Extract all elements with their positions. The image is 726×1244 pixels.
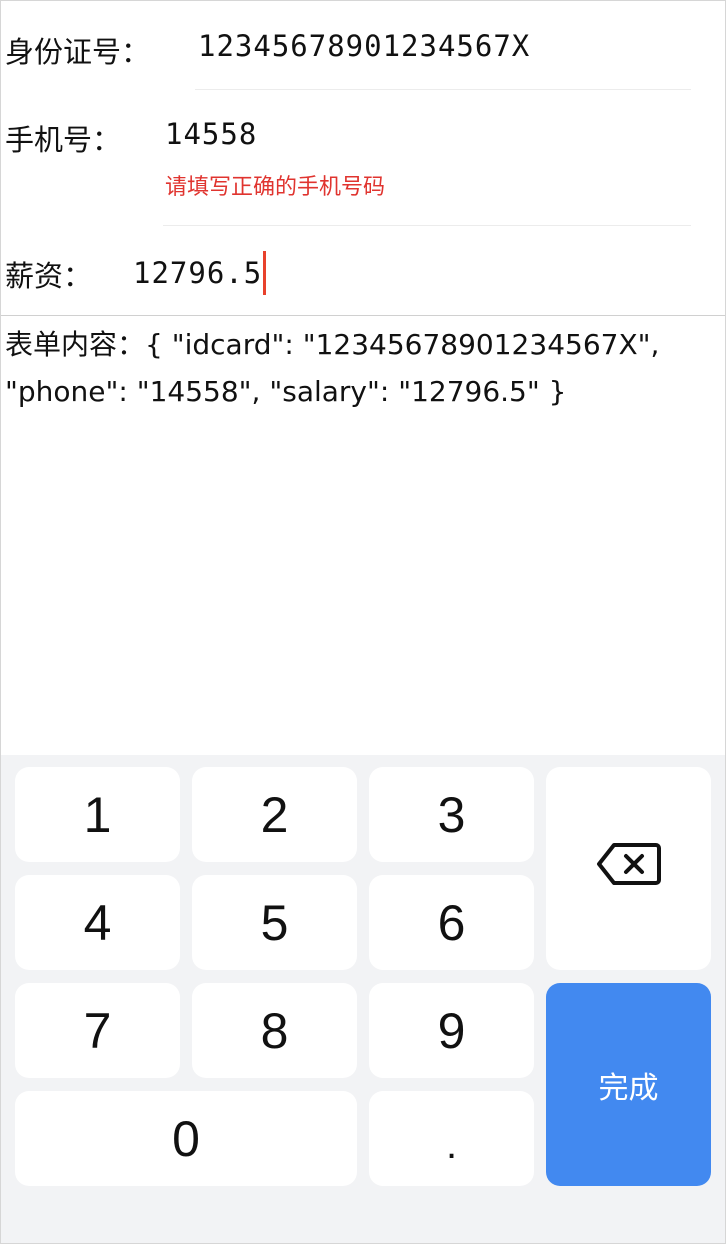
form-output: 表单内容：{ "idcard": "12345678901234567X", "…	[5, 321, 705, 415]
phone-error-message: 请填写正确的手机号码	[165, 175, 386, 200]
key-8[interactable]: 8	[192, 983, 357, 1078]
form-divider	[1, 315, 725, 316]
idcard-field[interactable]: 12345678901234567X	[198, 29, 530, 63]
number-keyboard: 1 2 3 4 5 6 7 8 9 0 . 完成	[1, 755, 725, 1243]
salary-field[interactable]: 12796.5	[133, 251, 267, 297]
done-button[interactable]: 完成	[546, 983, 711, 1186]
key-4[interactable]: 4	[15, 875, 180, 970]
idcard-divider	[195, 89, 691, 90]
key-0[interactable]: 0	[15, 1091, 357, 1186]
salary-label: 薪资：	[5, 259, 93, 293]
idcard-label: 身份证号：	[5, 35, 151, 69]
backspace-icon	[596, 840, 662, 898]
salary-value: 12796.5	[133, 256, 263, 290]
key-3[interactable]: 3	[369, 767, 534, 862]
key-6[interactable]: 6	[369, 875, 534, 970]
key-1[interactable]: 1	[15, 767, 180, 862]
key-5[interactable]: 5	[192, 875, 357, 970]
phone-divider	[163, 225, 691, 226]
key-2[interactable]: 2	[192, 767, 357, 862]
text-caret	[263, 251, 267, 295]
key-9[interactable]: 9	[369, 983, 534, 1078]
phone-label: 手机号：	[5, 123, 122, 157]
delete-key[interactable]	[546, 767, 711, 970]
form-output-label: 表单内容：	[5, 328, 146, 361]
app-frame: 身份证号： 12345678901234567X 手机号： 14558 请填写正…	[0, 0, 726, 1244]
key-7[interactable]: 7	[15, 983, 180, 1078]
phone-field[interactable]: 14558	[165, 117, 257, 151]
key-dot[interactable]: .	[369, 1091, 534, 1186]
